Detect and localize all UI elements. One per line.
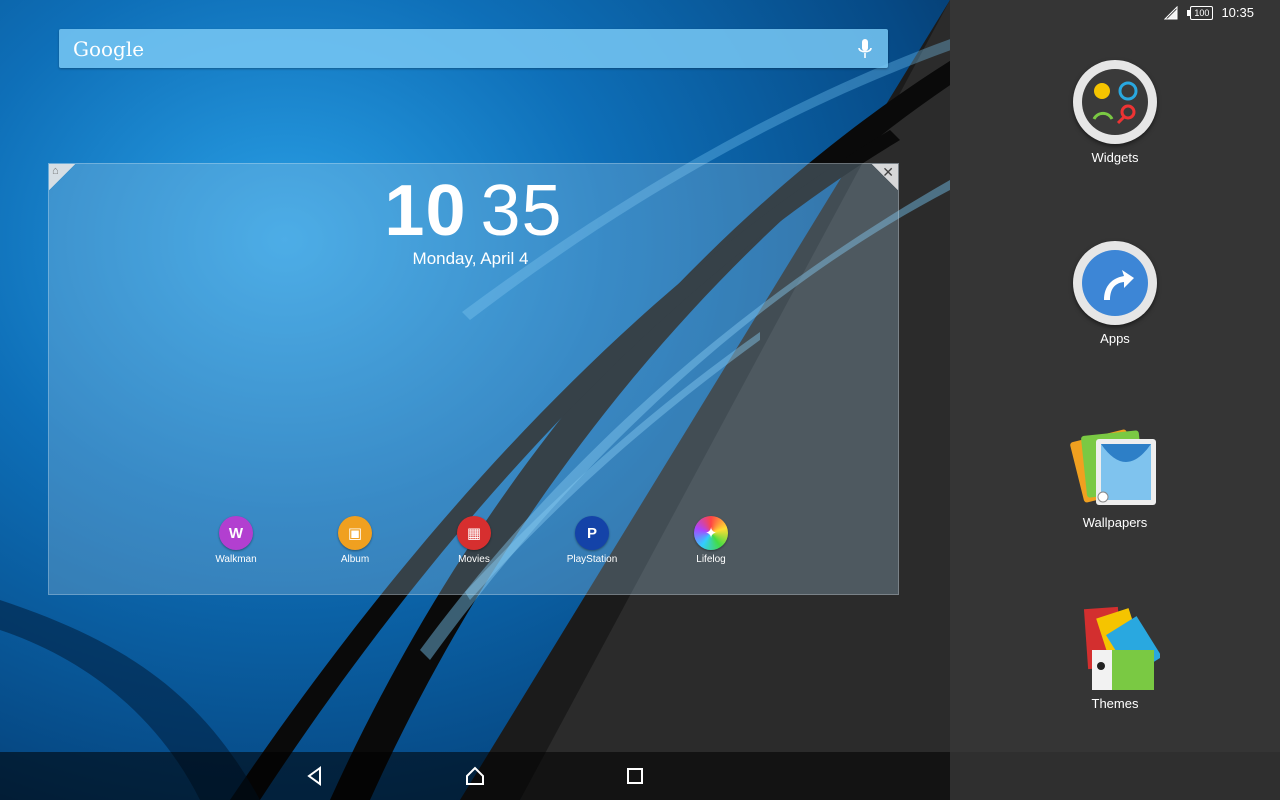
lifelog-icon: ✦ [694, 516, 728, 550]
app-movies[interactable]: ▦ Movies [434, 516, 514, 565]
clock-minutes: 35 [480, 171, 563, 251]
google-search-bar[interactable]: Google [59, 29, 888, 68]
customize-panel: Widgets Apps Wallpapers Themes [950, 0, 1280, 800]
home-nav-icon [466, 766, 484, 785]
app-label: PlayStation [566, 554, 618, 565]
wallpapers-button[interactable]: Wallpapers [950, 425, 1280, 530]
album-icon: ▣ [338, 516, 372, 550]
wallpapers-label: Wallpapers [1082, 515, 1148, 530]
themes-button[interactable]: Themes [950, 606, 1280, 711]
playstation-icon: P [575, 516, 609, 550]
widgets-label: Widgets [1091, 150, 1139, 165]
apps-icon [1073, 241, 1157, 325]
signal-icon [1164, 5, 1178, 19]
widgets-icon [1073, 60, 1157, 144]
status-time: 10:35 [1221, 5, 1254, 20]
themes-icon [1070, 606, 1162, 690]
clock-date: Monday, April 4 [412, 249, 529, 268]
app-walkman[interactable]: W Walkman [196, 516, 276, 565]
wallpapers-icon [1070, 425, 1160, 509]
home-screen-pane-preview[interactable]: ⌂ ✕ 10 35 Monday, April 4 W Walkman ▣ Alb… [48, 163, 899, 595]
google-logo: Google [73, 36, 145, 61]
apps-button[interactable]: Apps [950, 241, 1280, 346]
app-album[interactable]: ▣ Album [315, 516, 395, 565]
recents-icon [627, 768, 643, 784]
recents-button[interactable] [620, 761, 650, 791]
app-label: Walkman [215, 554, 257, 565]
microphone-icon[interactable] [856, 38, 874, 60]
panel-footer [950, 752, 1280, 800]
walkman-icon: W [219, 516, 253, 550]
clock-time: 10 35 [49, 175, 898, 247]
clock-hours: 10 [384, 171, 467, 251]
themes-label: Themes [1091, 696, 1139, 711]
app-label: Album [340, 554, 370, 565]
apps-label: Apps [1100, 331, 1130, 346]
app-playstation[interactable]: P PlayStation [552, 516, 632, 565]
clock-widget[interactable]: 10 35 Monday, April 4 [49, 175, 898, 269]
movies-icon: ▦ [457, 516, 491, 550]
home-button[interactable] [460, 761, 490, 791]
app-lifelog[interactable]: ✦ Lifelog [671, 516, 751, 565]
app-dock: W Walkman ▣ Album ▦ Movies P PlayStation… [49, 516, 898, 576]
app-label: Lifelog [696, 554, 726, 565]
back-button[interactable] [300, 761, 330, 791]
battery-icon: 100 [1187, 5, 1214, 20]
back-icon [307, 766, 321, 786]
app-label: Movies [458, 554, 490, 565]
navigation-bar [0, 752, 950, 800]
status-bar: 100 10:35 [0, 0, 1280, 25]
widgets-button[interactable]: Widgets [950, 60, 1280, 165]
